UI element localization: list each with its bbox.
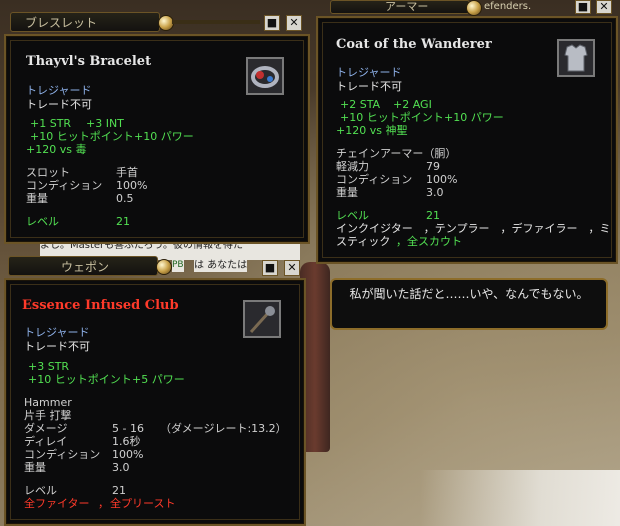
class-list: 全プリースト xyxy=(110,497,176,510)
stat: +10 ヒットポイント xyxy=(30,130,134,143)
armor-window-title: アーマー xyxy=(385,0,429,13)
weapon-window-title: ウェポン xyxy=(61,260,110,274)
armor-window-titlebar[interactable]: アーマー xyxy=(330,0,470,14)
light-patch xyxy=(420,470,620,526)
weight-label: 重量 xyxy=(26,192,48,205)
no-trade-label: トレード不可 xyxy=(336,80,402,93)
stat: +10 パワー xyxy=(444,111,504,124)
treasure-label: トレジャード xyxy=(336,66,402,79)
mitigation-value: 79 xyxy=(426,160,440,173)
class-list: 全ファイター xyxy=(24,497,90,510)
class-list: インクイジター ，テンプラー ，デファイラー ，ミ xyxy=(336,222,611,235)
item-name: Thayvl's Bracelet xyxy=(26,54,152,69)
minimize-button[interactable]: ■ xyxy=(575,0,591,14)
damage-label: ダメージ xyxy=(24,422,68,435)
level-label: レベル xyxy=(24,484,57,497)
slot-value: 手首 xyxy=(116,166,138,179)
stat: +10 パワー xyxy=(134,130,194,143)
club-icon xyxy=(243,300,281,338)
orb-icon xyxy=(156,259,172,275)
class-list: スティック xyxy=(336,235,391,248)
condition-value: 100% xyxy=(112,448,144,461)
weight-value: 3.0 xyxy=(426,186,444,199)
weight-value: 0.5 xyxy=(116,192,134,205)
bracelet-window-titlebar[interactable]: ブレスレット xyxy=(10,12,160,32)
condition-label: コンディション xyxy=(24,448,101,461)
stat: +3 STR xyxy=(28,360,70,373)
bracelet-window-title: ブレスレット xyxy=(25,16,98,30)
npc-speech-bubble: 私が聞いた話だと……いや、なんでもない。 xyxy=(330,278,608,330)
stat: +2 STA xyxy=(340,98,381,111)
item-name: Essence Infused Club xyxy=(22,298,179,313)
level-value: 21 xyxy=(426,209,440,222)
treasure-label: トレジャード xyxy=(26,84,92,97)
orb-icon xyxy=(466,0,482,16)
bracelet-icon xyxy=(246,57,284,95)
condition-value: 100% xyxy=(116,179,148,192)
class-separator: ， xyxy=(98,497,109,510)
chainmail-icon xyxy=(557,39,595,77)
armor-title-extra: efenders. xyxy=(484,1,532,12)
stat: +10 ヒットポイント xyxy=(28,373,132,386)
stat: +3 INT xyxy=(86,117,124,130)
resist: +120 vs 神聖 xyxy=(336,124,408,137)
close-button[interactable]: ✕ xyxy=(286,15,302,31)
damage-rate: （ダメージレート:13.2） xyxy=(160,422,287,435)
stat: +5 パワー xyxy=(132,373,185,386)
level-label: レベル xyxy=(336,209,369,222)
condition-value: 100% xyxy=(426,173,458,186)
mitigation-label: 軽減力 xyxy=(336,160,369,173)
delay-label: ディレイ xyxy=(24,435,68,448)
stat: +2 AGI xyxy=(393,98,432,111)
armor-type: チェインアーマー（胴） xyxy=(336,147,457,160)
speech-text: 私が聞いた話だと……いや、なんでもない。 xyxy=(349,287,589,301)
condition-label: コンディション xyxy=(26,179,103,192)
no-trade-label: トレード不可 xyxy=(24,340,90,353)
slot-label: スロット xyxy=(26,166,70,179)
overlap-chat-text: は あなたは xyxy=(194,259,248,272)
stat: +1 STR xyxy=(30,117,72,130)
no-trade-label: トレード不可 xyxy=(26,98,92,111)
weapon-type: Hammer xyxy=(24,396,72,409)
minimize-button[interactable]: ■ xyxy=(262,260,278,276)
stat: +10 ヒットポイント xyxy=(340,111,444,124)
weight-value: 3.0 xyxy=(112,461,130,474)
minimize-button[interactable]: ■ xyxy=(264,15,280,31)
level-label: レベル xyxy=(26,215,59,228)
class-list: ，全スカウト xyxy=(396,235,462,248)
level-value: 21 xyxy=(112,484,126,497)
item-name: Coat of the Wanderer xyxy=(336,37,492,52)
weight-label: 重量 xyxy=(336,186,358,199)
delay-value: 1.6秒 xyxy=(112,435,141,448)
weapon-window-titlebar[interactable]: ウェポン xyxy=(8,256,158,276)
condition-label: コンディション xyxy=(336,173,413,186)
titlebar-rail xyxy=(172,20,260,24)
resist: +120 vs 毒 xyxy=(26,143,87,156)
grip-label: 片手 打撃 xyxy=(24,409,72,422)
level-value: 21 xyxy=(116,215,130,228)
weight-label: 重量 xyxy=(24,461,46,474)
treasure-label: トレジャード xyxy=(24,326,90,339)
close-button[interactable]: ✕ xyxy=(284,260,300,276)
overlap-chat-text: PB xyxy=(172,259,184,272)
close-button[interactable]: ✕ xyxy=(596,0,612,14)
damage-value: 5 - 16 xyxy=(112,422,144,435)
